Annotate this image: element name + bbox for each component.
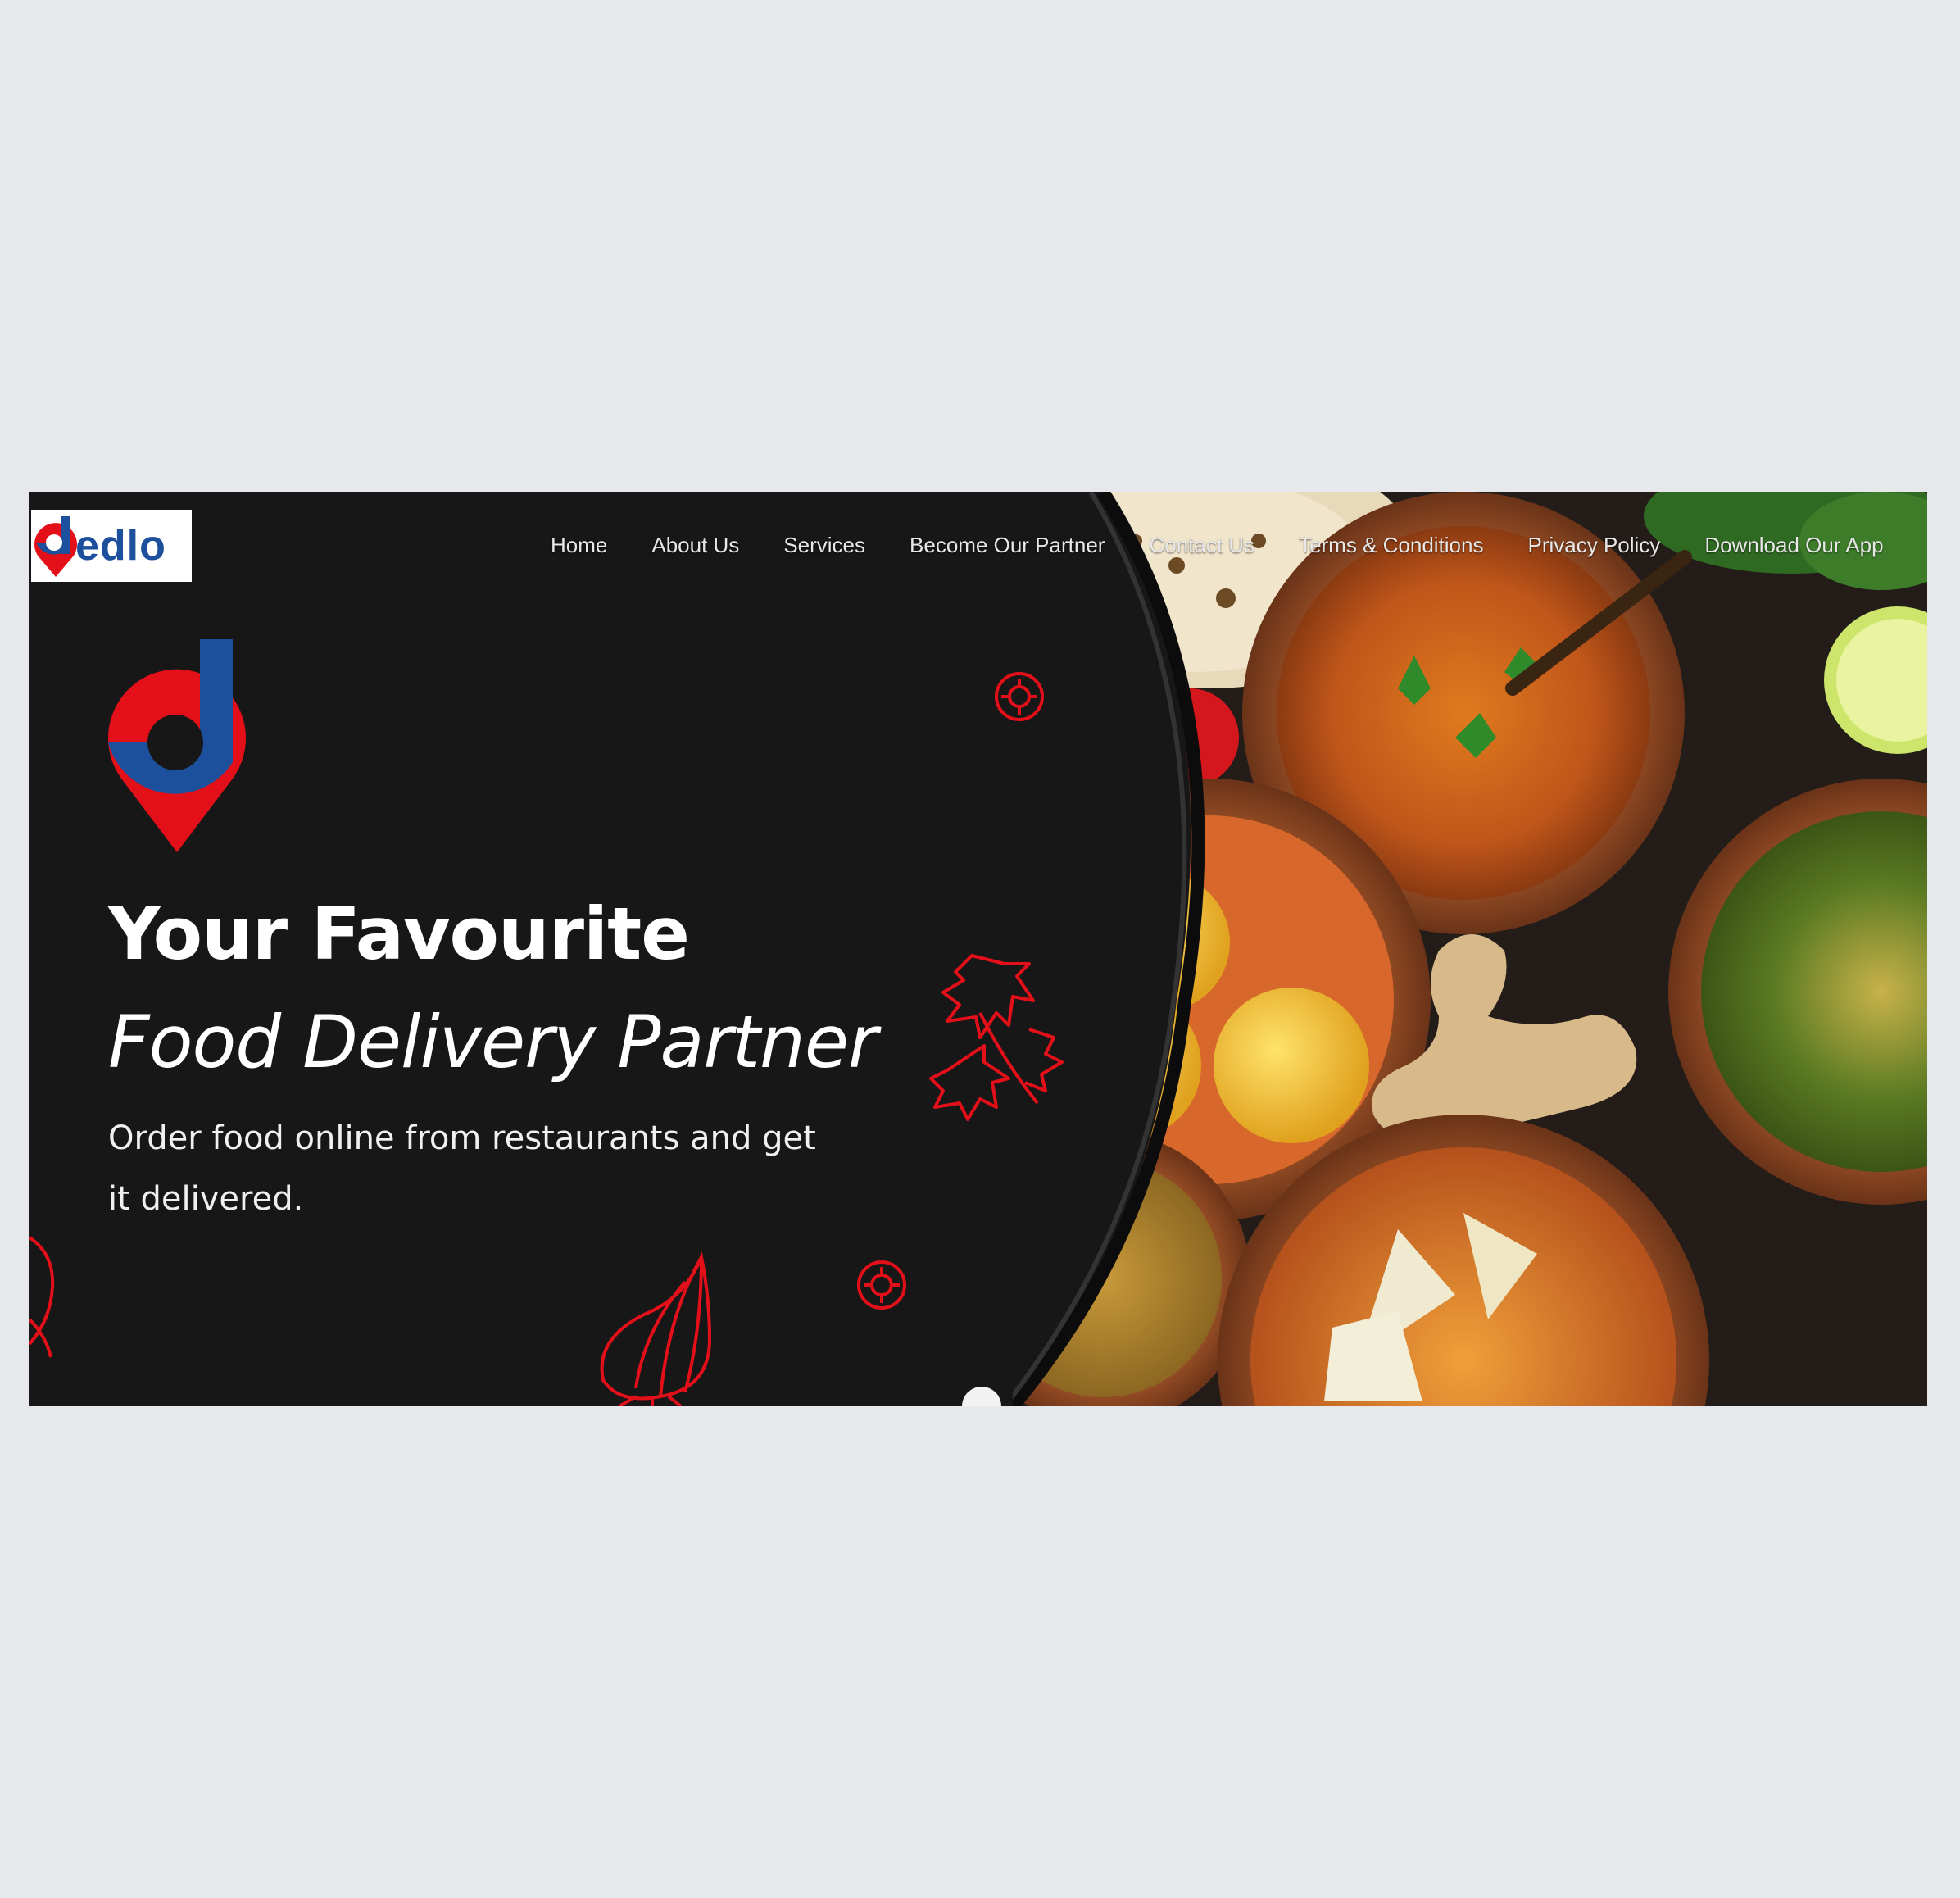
hero-title-line-2: Food Delivery Partner — [108, 1000, 878, 1084]
nav-home[interactable]: Home — [551, 533, 607, 558]
scroll-indicator[interactable] — [962, 1387, 1001, 1406]
nav-download-app[interactable]: Download Our App — [1704, 533, 1883, 558]
nav-terms[interactable]: Terms & Conditions — [1299, 533, 1483, 558]
nav-about-us[interactable]: About Us — [651, 533, 739, 558]
screenshot-frame: edlo Home About Us Services Become Our P… — [0, 0, 1960, 1898]
nav-become-partner[interactable]: Become Our Partner — [910, 533, 1105, 558]
food-photo — [1013, 492, 1927, 1406]
hero-title-line-1: Your Favourite — [108, 892, 690, 976]
main-nav: Home About Us Services Become Our Partne… — [551, 533, 1884, 558]
brand-wordmark: edlo — [75, 522, 166, 570]
brand-logo[interactable]: edlo — [31, 510, 192, 582]
nav-contact-us[interactable]: Contact Us — [1149, 533, 1254, 558]
pin-logo-icon — [34, 516, 77, 577]
nav-services[interactable]: Services — [783, 533, 865, 558]
website-hero: edlo Home About Us Services Become Our P… — [29, 492, 1927, 1406]
nav-privacy[interactable]: Privacy Policy — [1527, 533, 1660, 558]
gear-doodle-icon — [995, 672, 1044, 721]
hero-pin-logo-icon — [108, 639, 246, 852]
hero-subtitle: Order food online from restaurants and g… — [108, 1119, 816, 1218]
gear-doodle-icon-2 — [857, 1260, 906, 1310]
chili-doodle-icon — [29, 1236, 55, 1358]
cilantro-doodle-icon — [929, 954, 1064, 1121]
onion-doodle-icon — [600, 1251, 712, 1406]
